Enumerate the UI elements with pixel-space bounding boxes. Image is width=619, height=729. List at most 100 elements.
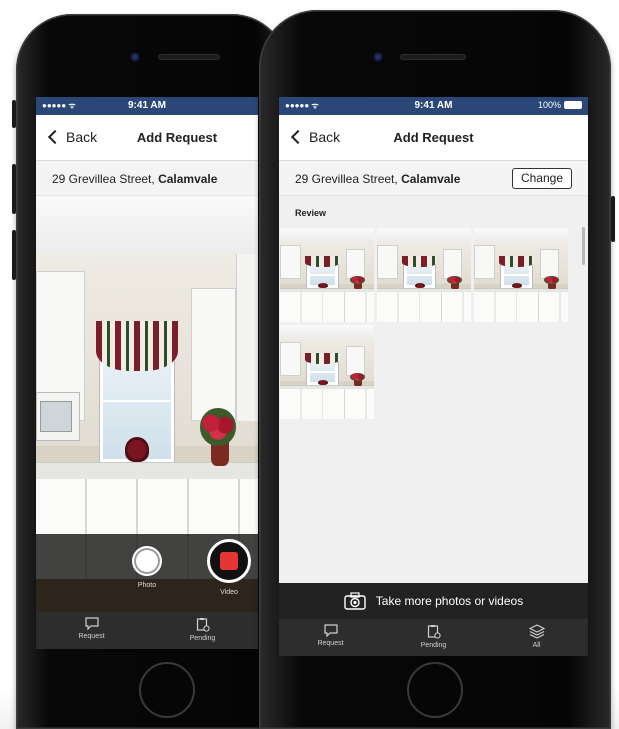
address-bar: 29 Grevillea Street, Calamvale Change [279,161,588,196]
front-camera [130,52,140,62]
address-street: 29 Grevillea Street, [295,172,402,186]
scene-ceiling [377,228,471,242]
nav-bar: Back Add Request [36,115,258,161]
status-time: 9:41 AM [128,100,166,111]
scene-lower-cabinets [377,291,471,322]
scene-fruit-bowl [414,282,425,289]
scene-ceiling [280,325,374,339]
address-bar: 29 Grevillea Street, Calamvale [36,161,258,196]
record-ring-icon [207,539,251,583]
scene-valance [402,256,438,268]
tab-pending-label: Pending [420,642,447,649]
scene-cabinet-upper-left [280,244,301,279]
scene-ceiling [474,228,568,242]
scene-flowers [446,275,462,285]
tab-request[interactable]: Request [279,619,382,656]
battery-percent: 100% [537,100,561,110]
tab-all-label: All [532,642,541,649]
front-camera [373,52,383,62]
scene-fruit-bowl [317,379,328,386]
tab-bar: Request Pending All [279,619,588,656]
clipboard-clock-icon [427,625,441,639]
video-record-button[interactable]: Video [207,539,251,596]
page-title: Add Request [136,130,218,145]
earpiece-speaker [400,54,466,60]
photo-shutter-button[interactable]: Photo [132,546,162,589]
left-screen: ●●●●● ᯤ 9:41 AM Back Add Request 29 Grev… [36,97,258,649]
scene-flowers [200,408,236,446]
speech-bubble-icon [323,624,338,637]
marketing-stage: ●●●●● ᯤ 9:41 AM Back Add Request 29 Grev… [0,0,619,729]
phone-left-side-button [12,100,16,128]
scene-microwave [36,391,81,442]
thumbnail[interactable] [279,227,375,323]
thumbnail[interactable] [376,227,472,323]
tab-pending[interactable]: Pending [382,619,485,656]
scene-flower-pot [354,380,362,387]
scene-cabinet-upper-right [345,345,365,376]
scroll-indicator[interactable] [582,227,585,265]
scene-fruit-bowl [511,282,522,289]
page-title: Add Request [393,130,474,145]
scene-valance [499,256,535,268]
scene-flower-pot [548,283,556,290]
camera-controls: Photo Video [36,534,258,612]
tab-all[interactable]: All [485,619,588,656]
scene-flowers [349,372,365,382]
tab-pending[interactable]: Pending [147,612,258,649]
nav-bar: Back Add Request [279,115,588,161]
review-heading: Review [295,208,327,218]
scene-lower-cabinets [474,291,568,322]
speech-bubble-icon [84,617,99,630]
clipboard-clock-icon [196,618,210,632]
layers-icon [528,624,545,639]
scene-fruit-bowl [317,282,328,289]
phone-left: ●●●●● ᯤ 9:41 AM Back Add Request 29 Grev… [12,14,288,729]
home-button[interactable] [139,662,195,718]
status-bar: ●●●●● ᯤ 9:41 AM 100% [279,97,588,115]
battery-indicator: 100% [538,100,582,110]
home-button[interactable] [407,662,463,718]
phone-right: ●●●●● ᯤ 9:41 AM 100% Back Add Request 29… [259,10,615,729]
take-more-label: Take more photos or videos [375,594,524,608]
scene-ceiling [36,196,258,255]
scene-cabinet-upper-left [474,244,495,279]
scene-cabinet-upper-right [191,287,236,421]
scene-valance [95,320,179,371]
scene-flower-pot [354,283,362,290]
scene-cabinet-upper-right [442,248,462,279]
status-bar: ●●●●● ᯤ 9:41 AM [36,97,258,115]
record-stop-icon [220,552,238,570]
thumbnail[interactable] [473,227,569,323]
phone-left-volume-down [12,230,16,280]
scene-cabinet-upper-right [345,248,365,279]
scene-cabinet-upper-right [539,248,559,279]
tab-request-label: Request [78,633,105,640]
address-suburb: Calamvale [158,172,218,186]
earpiece-speaker [158,54,220,60]
scene-cabinet-upper-left [377,244,398,279]
scene-flowers [349,275,365,285]
address-suburb: Calamvale [401,172,461,186]
take-more-button[interactable]: Take more photos or videos [279,583,588,619]
address-street: 29 Grevillea Street, [52,172,159,186]
phone-right-power-button [611,196,615,242]
scene-lower-cabinets [280,388,374,419]
camera-icon [344,592,366,610]
photo-shutter-icon [132,546,162,576]
scene-cabinet-upper-left [280,341,301,376]
scene-lower-cabinets [280,291,374,322]
change-address-button[interactable]: Change [511,168,572,189]
scene-fruit-bowl [124,437,150,463]
scene-ceiling [280,228,374,242]
tab-pending-label: Pending [189,635,216,642]
tab-request[interactable]: Request [36,612,147,649]
tab-request-label: Request [317,640,344,647]
tab-bar: Request Pending [36,612,258,649]
scene-valance [305,353,341,365]
battery-icon [564,101,582,109]
scene-flower-pot [451,283,459,290]
scene-cabinet-edge [235,254,258,421]
thumbnail[interactable] [279,324,375,420]
video-label: Video [220,589,238,596]
